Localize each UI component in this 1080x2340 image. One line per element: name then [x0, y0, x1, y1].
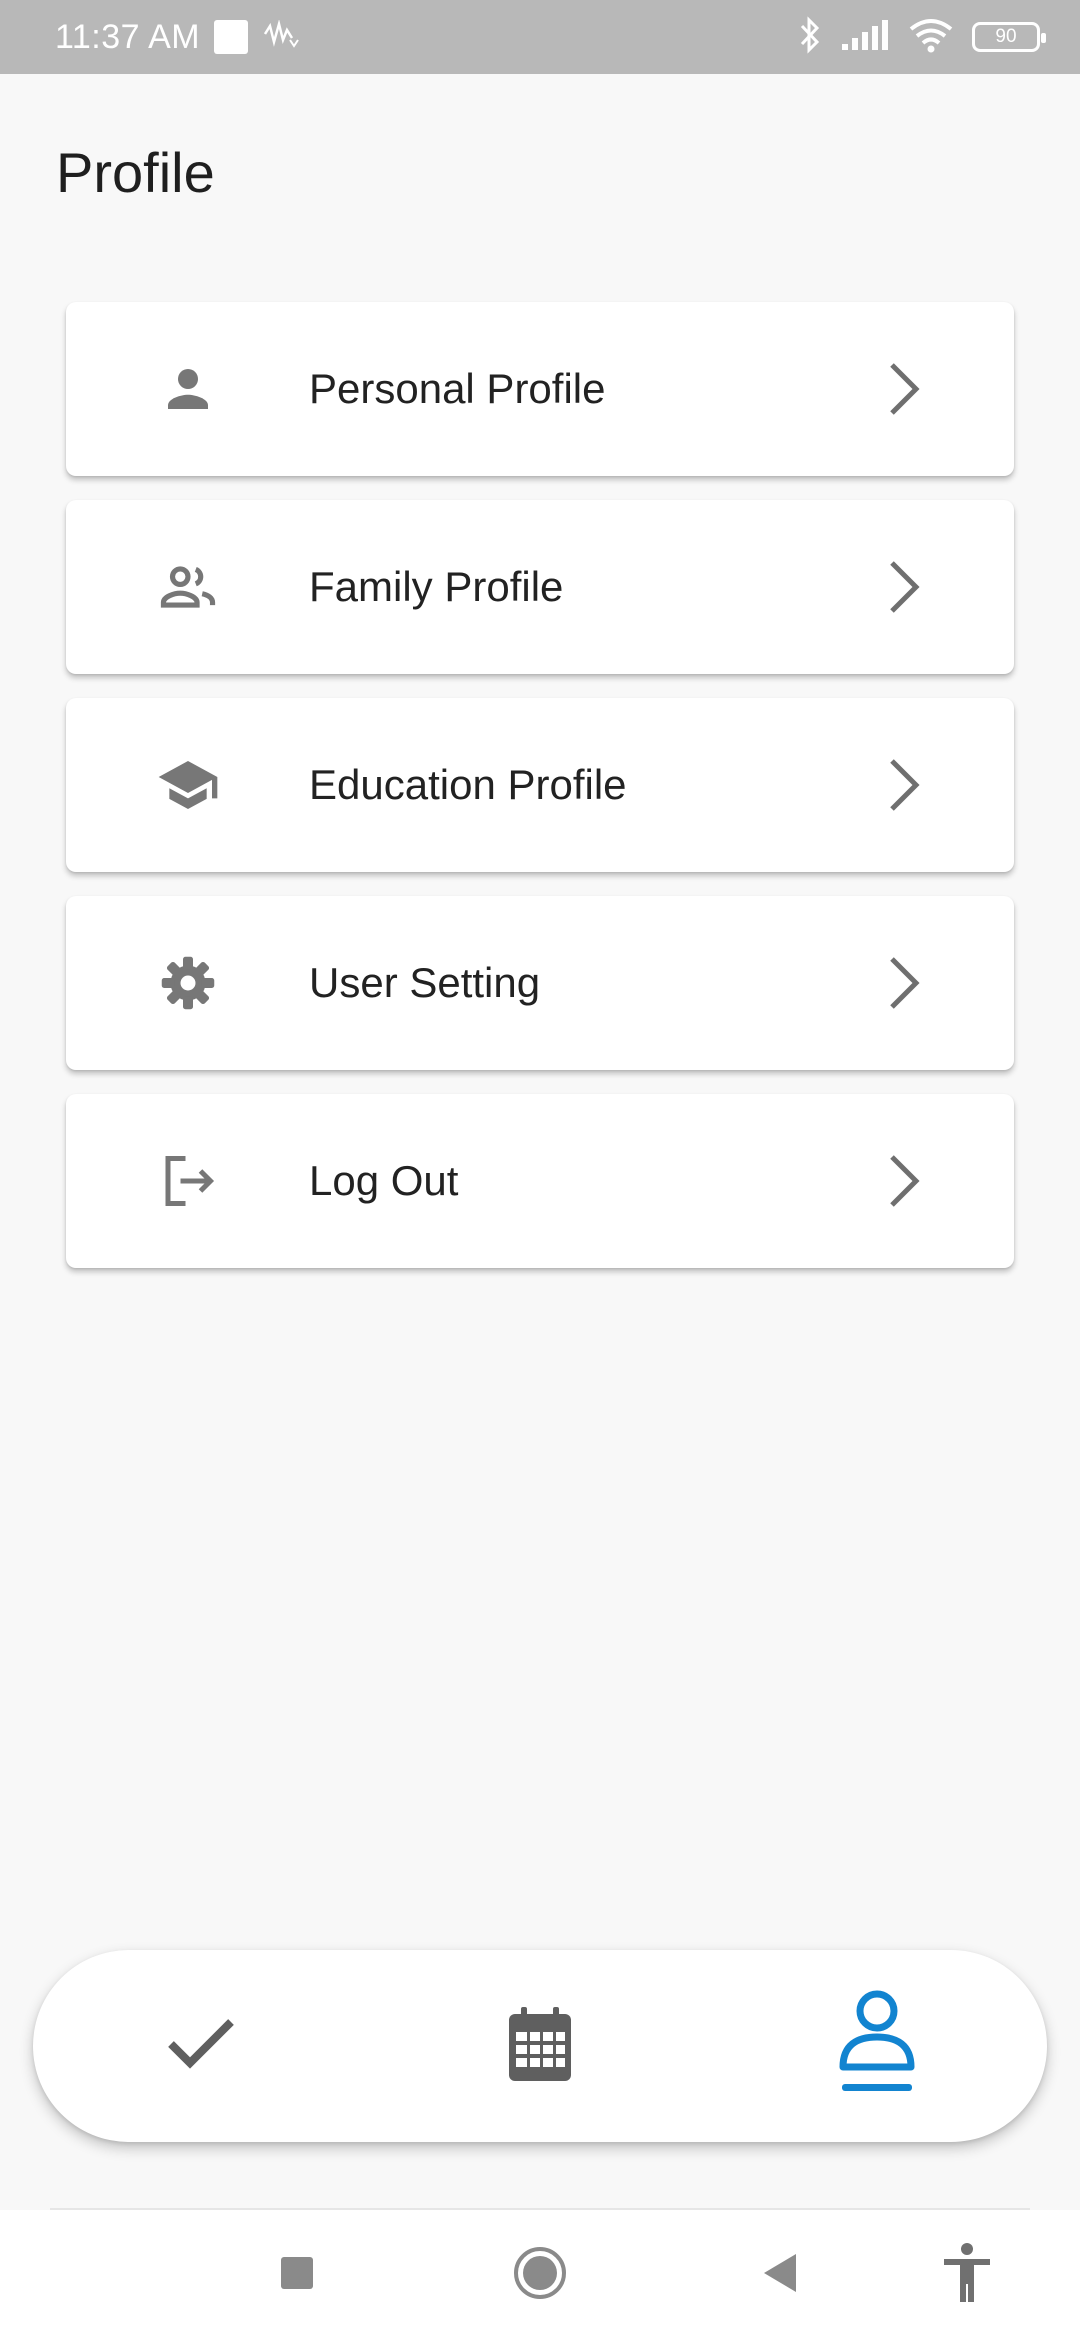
back-triangle-icon	[760, 2252, 800, 2299]
menu-item-education-profile[interactable]: Education Profile	[66, 698, 1014, 872]
home-circle-icon	[512, 2245, 568, 2306]
recents-button[interactable]	[262, 2240, 332, 2310]
menu-item-label: Education Profile	[309, 761, 627, 808]
page-title: Profile	[56, 141, 215, 204]
battery-icon: 90	[972, 22, 1046, 52]
menu-item-label: Log Out	[309, 1157, 459, 1204]
menu-item-label: Personal Profile	[309, 365, 606, 412]
nav-profile-button[interactable]	[797, 1950, 957, 2142]
system-nav-bar	[0, 2210, 1080, 2340]
logout-icon	[156, 1149, 220, 1213]
home-button[interactable]	[505, 2240, 575, 2310]
chevron-right-icon	[884, 951, 924, 1015]
people-icon	[156, 555, 220, 619]
chevron-right-icon	[884, 753, 924, 817]
chevron-right-icon	[884, 1149, 924, 1213]
profile-icon	[837, 1989, 917, 2104]
status-bar: 11:37 AM 90	[0, 0, 1080, 74]
person-icon	[156, 357, 220, 421]
calendar-icon	[507, 2005, 573, 2088]
menu-item-log-out[interactable]: Log Out	[66, 1094, 1014, 1268]
notification-square-icon	[214, 20, 249, 54]
menu-item-personal-profile[interactable]: Personal Profile	[66, 302, 1014, 476]
profile-menu-list: Personal Profile Family Profile Educatio…	[66, 302, 1014, 1292]
cell-signal-icon	[840, 18, 890, 57]
accessibility-icon	[941, 2242, 993, 2309]
status-time: 11:37 AM	[55, 17, 201, 56]
back-button[interactable]	[745, 2240, 815, 2310]
menu-item-user-setting[interactable]: User Setting	[66, 896, 1014, 1070]
recents-square-icon	[279, 2255, 315, 2296]
bottom-nav	[33, 1950, 1047, 2142]
profile-screen: 11:37 AM 90 Profile Personal Profile Fam…	[0, 0, 1080, 2340]
nav-calendar-button[interactable]	[460, 1950, 620, 2142]
accessibility-button[interactable]	[932, 2240, 1002, 2310]
signal-wave-icon	[262, 18, 302, 55]
wifi-icon	[908, 17, 954, 58]
menu-item-label: User Setting	[309, 959, 541, 1006]
check-icon	[166, 2016, 236, 2077]
gear-icon	[156, 951, 220, 1015]
graduation-cap-icon	[156, 753, 220, 817]
chevron-right-icon	[884, 357, 924, 421]
menu-item-label: Family Profile	[309, 563, 564, 610]
menu-item-family-profile[interactable]: Family Profile	[66, 500, 1014, 674]
status-left: 11:37 AM	[55, 18, 302, 57]
bluetooth-icon	[798, 15, 822, 60]
status-right: 90	[798, 15, 1046, 60]
chevron-right-icon	[884, 555, 924, 619]
battery-level: 90	[995, 26, 1017, 47]
nav-tasks-button[interactable]	[121, 1950, 281, 2142]
